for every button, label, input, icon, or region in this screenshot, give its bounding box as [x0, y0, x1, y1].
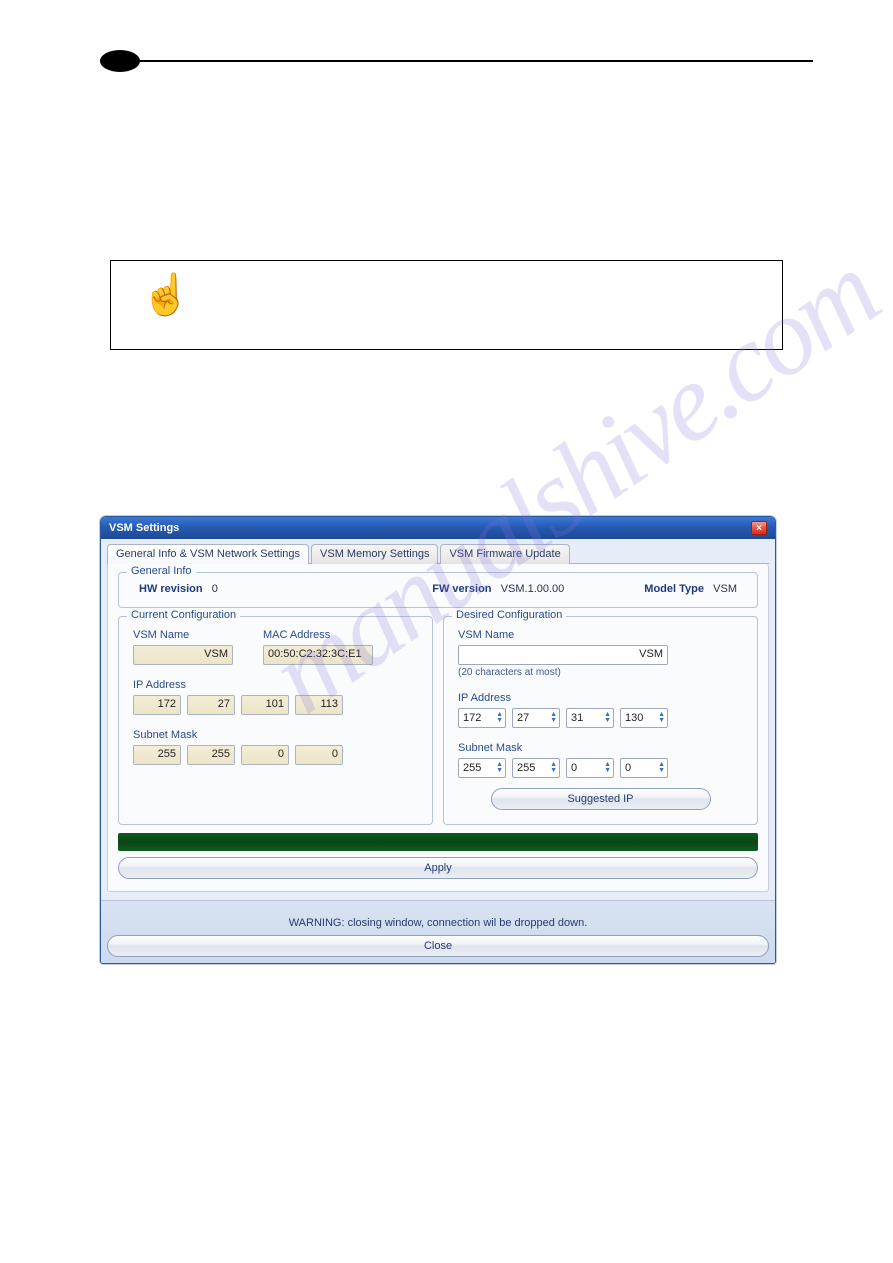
group-current-config: Current Configuration VSM Name VSM MAC A… — [118, 616, 433, 825]
group-title-general: General Info — [127, 565, 196, 577]
desired-mask-oct3[interactable]: 0▲▼ — [566, 758, 614, 778]
spinner-arrows-icon[interactable]: ▲▼ — [550, 712, 557, 724]
hw-revision-label: HW revision — [139, 583, 203, 595]
mac-value: 00:50:C2:32:3C:E1 — [263, 645, 373, 665]
window-body: General Info & VSM Network Settings VSM … — [101, 539, 775, 900]
window-footer: WARNING: closing window, connection wil … — [101, 900, 775, 963]
current-ip-oct1: 172 — [133, 695, 181, 715]
mac-label: MAC Address — [263, 629, 373, 641]
spinner-arrows-icon[interactable]: ▲▼ — [496, 762, 503, 774]
desired-mask-oct4[interactable]: 0▲▼ — [620, 758, 668, 778]
tab-firmware[interactable]: VSM Firmware Update — [440, 544, 569, 564]
current-mask-oct4: 0 — [295, 745, 343, 765]
current-mask-oct3: 0 — [241, 745, 289, 765]
suggested-ip-button[interactable]: Suggested IP — [491, 788, 711, 810]
current-ip-oct3: 101 — [241, 695, 289, 715]
current-name-value: VSM — [133, 645, 233, 665]
tab-general[interactable]: General Info & VSM Network Settings — [107, 544, 309, 564]
desired-ip-oct2[interactable]: 27▲▼ — [512, 708, 560, 728]
page-header-line — [100, 60, 813, 62]
model-type-label: Model Type — [644, 583, 704, 595]
current-name-label: VSM Name — [133, 629, 233, 641]
group-title-desired: Desired Configuration — [452, 609, 566, 621]
desired-name-label: VSM Name — [458, 629, 743, 641]
titlebar: VSM Settings × — [101, 517, 775, 539]
tab-panel-general: General Info HW revision 0 FW version VS… — [107, 564, 769, 892]
fw-version-label: FW version — [432, 583, 491, 595]
window-title: VSM Settings — [109, 522, 179, 534]
desired-ip-oct1[interactable]: 172▲▼ — [458, 708, 506, 728]
desired-mask-oct2[interactable]: 255▲▼ — [512, 758, 560, 778]
desired-ip-label: IP Address — [458, 692, 743, 704]
hw-revision-value: 0 — [212, 583, 218, 595]
tab-strip: General Info & VSM Network Settings VSM … — [107, 543, 769, 564]
apply-button[interactable]: Apply — [118, 857, 758, 879]
vsm-settings-window: VSM Settings × General Info & VSM Networ… — [100, 516, 776, 964]
current-mask-oct2: 255 — [187, 745, 235, 765]
spinner-arrows-icon[interactable]: ▲▼ — [658, 712, 665, 724]
pointing-hand-icon: ☝ — [141, 271, 191, 318]
close-icon[interactable]: × — [751, 521, 767, 535]
current-ip-oct4: 113 — [295, 695, 343, 715]
group-desired-config: Desired Configuration VSM Name VSM (20 c… — [443, 616, 758, 825]
current-mask-oct1: 255 — [133, 745, 181, 765]
model-type-value: VSM — [713, 583, 737, 595]
desired-mask-oct1[interactable]: 255▲▼ — [458, 758, 506, 778]
progress-bar — [118, 833, 758, 851]
spinner-arrows-icon[interactable]: ▲▼ — [658, 762, 665, 774]
desired-name-input[interactable]: VSM — [458, 645, 668, 665]
current-mask-label: Subnet Mask — [133, 729, 418, 741]
warning-text: WARNING: closing window, connection wil … — [107, 917, 769, 929]
spinner-arrows-icon[interactable]: ▲▼ — [604, 712, 611, 724]
current-ip-label: IP Address — [133, 679, 418, 691]
group-general-info: General Info HW revision 0 FW version VS… — [118, 572, 758, 608]
desired-ip-oct3[interactable]: 31▲▼ — [566, 708, 614, 728]
desired-mask-label: Subnet Mask — [458, 742, 743, 754]
current-ip-oct2: 27 — [187, 695, 235, 715]
spinner-arrows-icon[interactable]: ▲▼ — [604, 762, 611, 774]
note-box: ☝ — [110, 260, 783, 350]
spinner-arrows-icon[interactable]: ▲▼ — [550, 762, 557, 774]
desired-name-hint: (20 characters at most) — [458, 667, 743, 678]
spinner-arrows-icon[interactable]: ▲▼ — [496, 712, 503, 724]
group-title-current: Current Configuration — [127, 609, 240, 621]
desired-ip-oct4[interactable]: 130▲▼ — [620, 708, 668, 728]
fw-version-value: VSM.1.00.00 — [501, 583, 565, 595]
tab-memory[interactable]: VSM Memory Settings — [311, 544, 438, 564]
close-button[interactable]: Close — [107, 935, 769, 957]
